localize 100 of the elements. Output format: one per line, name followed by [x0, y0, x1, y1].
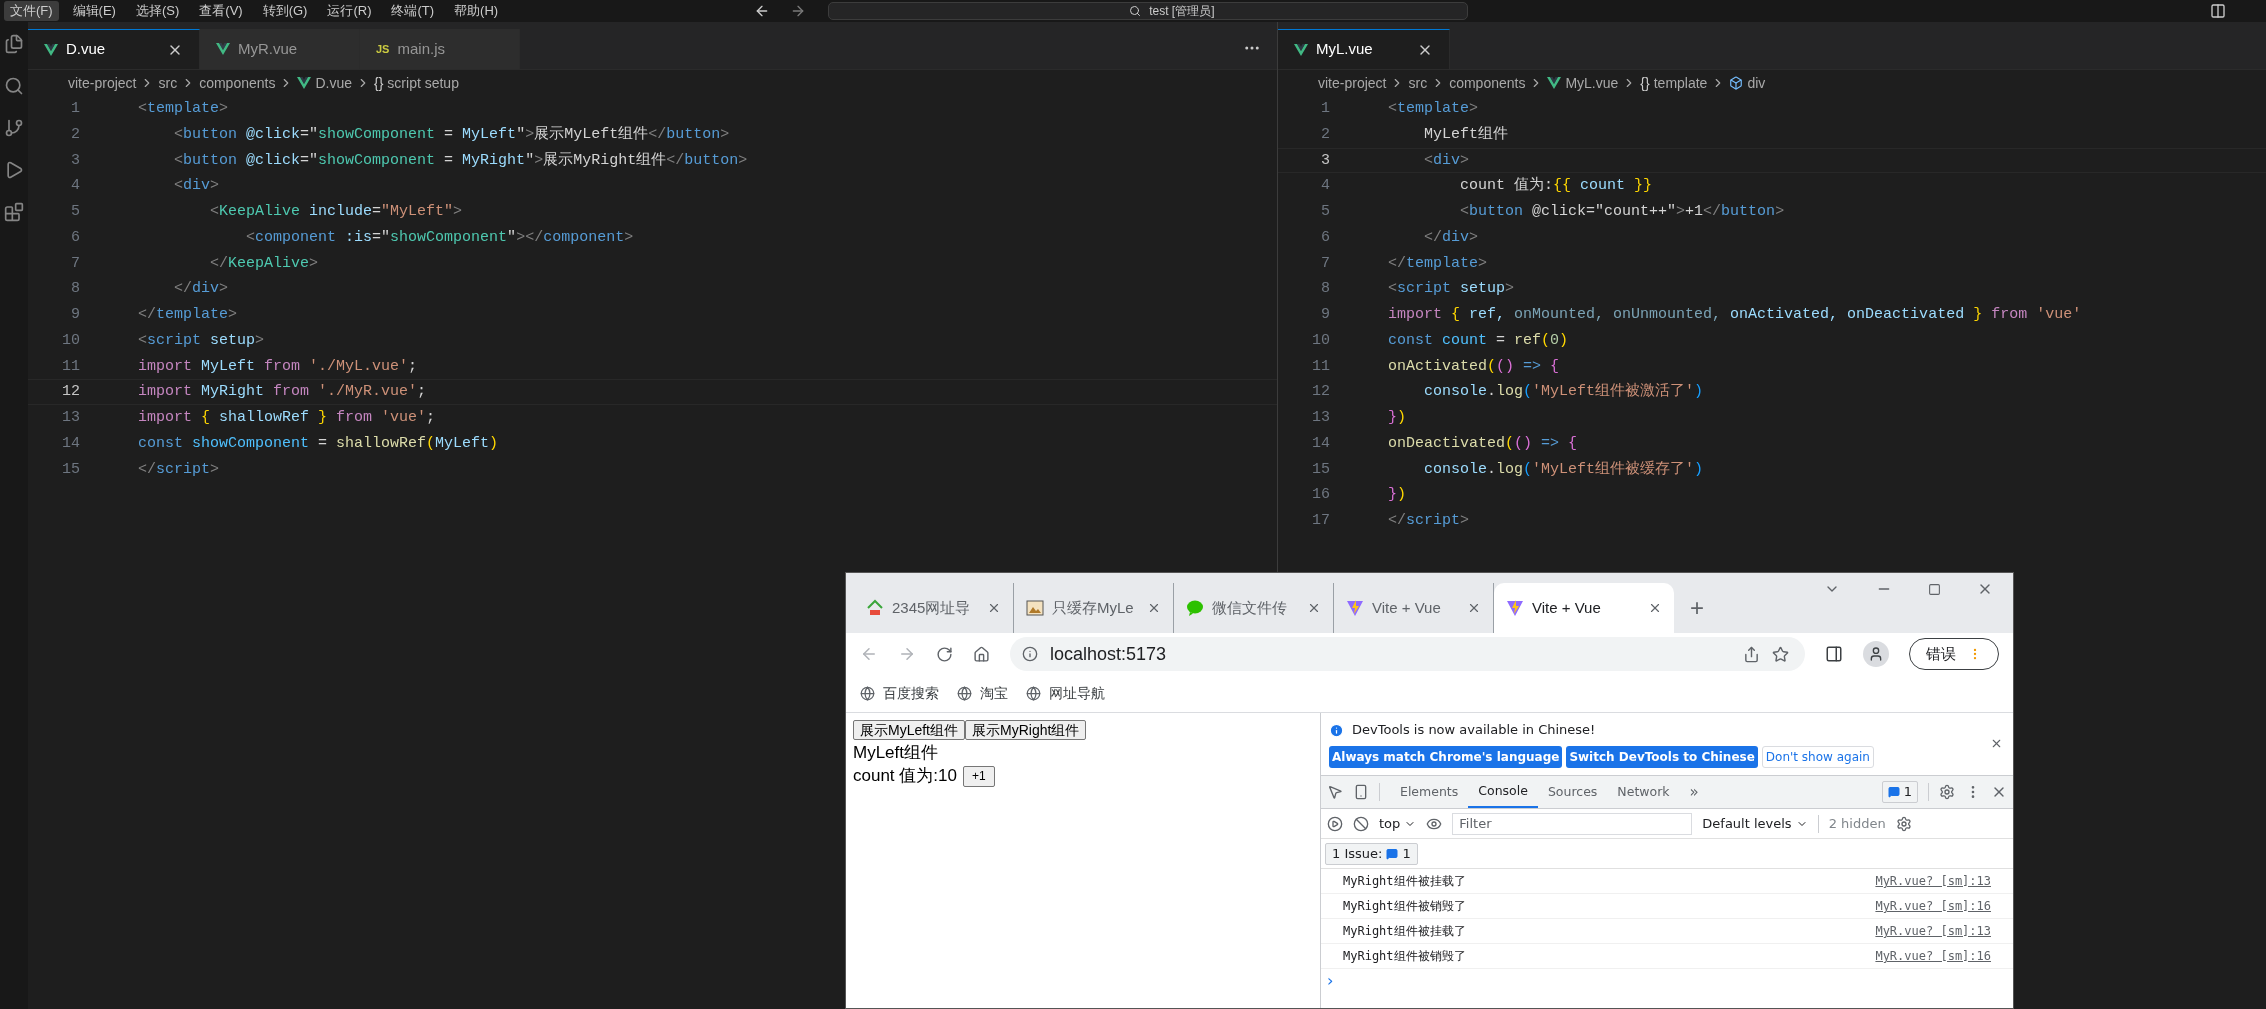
line-number: 12 — [61, 382, 80, 403]
device-icon[interactable] — [1353, 784, 1369, 800]
breadcrumb[interactable]: D.vue — [315, 72, 352, 94]
close-icon[interactable] — [987, 601, 1001, 615]
browser-tab[interactable]: 只缓存MyLe — [1014, 583, 1174, 633]
editor-tab[interactable]: MyL.vue — [1278, 29, 1450, 69]
breadcrumb[interactable]: MyL.vue — [1565, 72, 1619, 94]
line-number: 4 — [1320, 176, 1330, 197]
code-line: </KeepAlive> — [209, 253, 319, 274]
run-icon[interactable] — [4, 160, 24, 180]
console-message: MyRight组件被销毁了 — [1343, 898, 1466, 915]
code-line: </div> — [173, 279, 229, 300]
share-icon[interactable] — [1743, 645, 1760, 663]
settings-icon[interactable] — [1895, 815, 1912, 832]
banner-button[interactable]: Always match Chrome's language — [1329, 745, 1563, 768]
banner-button[interactable]: Don't show again — [1761, 745, 1874, 768]
breadcrumb[interactable]: template — [1653, 72, 1708, 94]
inspect-icon[interactable] — [1327, 784, 1343, 800]
breadcrumb[interactable]: div — [1747, 72, 1766, 94]
branch-icon[interactable] — [4, 118, 24, 138]
browser-tab[interactable]: 2345网址导 — [854, 583, 1014, 633]
editor-tab[interactable]: MyR.vue — [200, 29, 360, 69]
code-line: </template> — [138, 305, 238, 325]
close-icon[interactable] — [1147, 601, 1161, 615]
menu-item[interactable]: 选择(S) — [129, 1, 186, 21]
filter-field[interactable]: Filter — [1452, 812, 1693, 835]
vite-icon — [1346, 599, 1364, 617]
breadcrumb[interactable]: components — [1449, 72, 1526, 94]
code-line: import MyLeft from './MyL.vue'; — [138, 356, 418, 377]
search-icon[interactable] — [4, 76, 24, 96]
code-line: import { ref, onMounted, onUnmounted, onActivated, onDeactivated } from 'vue' — [1388, 305, 2082, 325]
breadcrumb[interactable]: src — [1408, 72, 1428, 94]
close-icon[interactable] — [1648, 601, 1662, 615]
breadcrumb[interactable]: src — [158, 72, 178, 94]
reload-icon[interactable] — [936, 645, 953, 663]
bookmark[interactable]: 百度搜索 — [883, 683, 939, 704]
source-link[interactable]: MyR.vue? [sm]:16 — [1875, 947, 1991, 965]
browser-tab[interactable]: Vite + Vue — [1494, 583, 1674, 633]
bookmark[interactable]: 网址导航 — [1049, 683, 1105, 704]
levels-select[interactable]: Default levels — [1702, 813, 1808, 834]
extensions-icon[interactable] — [4, 202, 24, 222]
line-number: 9 — [70, 305, 80, 325]
browser-tab[interactable]: 微信文件传 — [1174, 583, 1334, 633]
source-link[interactable]: MyR.vue? [sm]:13 — [1875, 872, 1991, 890]
breadcrumb[interactable]: vite-project — [68, 72, 137, 94]
page-button[interactable]: 展示MyRight组件 — [965, 720, 1087, 740]
source-link[interactable]: MyR.vue? [sm]:13 — [1875, 922, 1991, 940]
breadcrumb[interactable]: script setup — [387, 72, 459, 94]
menu-item[interactable]: 文件(F) — [4, 1, 59, 21]
line-number: 2 — [70, 124, 80, 145]
side-panel-icon[interactable] — [1825, 645, 1843, 663]
files-icon[interactable] — [4, 34, 24, 54]
editor-tab[interactable]: JS main.js — [360, 29, 520, 69]
line-number: 5 — [70, 202, 80, 222]
close-icon[interactable] — [1990, 737, 2003, 750]
close-icon[interactable] — [1307, 601, 1321, 615]
code-line: <button @click="count++">+1</button> — [1459, 202, 1785, 222]
line-number: 2 — [1320, 124, 1330, 145]
maximize-icon[interactable] — [1928, 582, 1941, 596]
issues-counter[interactable]: 1 — [1881, 781, 1918, 803]
vue-icon — [1547, 77, 1562, 89]
menu-item[interactable]: 终端(T) — [385, 1, 441, 21]
devtools-tab[interactable]: Sources — [1537, 776, 1608, 808]
line-number: 14 — [1311, 433, 1330, 454]
menu-item[interactable]: 编辑(E) — [66, 1, 122, 21]
code-line: <KeepAlive include="MyLeft"> — [209, 202, 463, 222]
line-number: 13 — [61, 408, 80, 428]
line-number: 7 — [70, 253, 80, 274]
bookmark[interactable]: 淘宝 — [980, 683, 1008, 704]
devtools-tab[interactable]: Network — [1607, 776, 1680, 808]
search-icon — [1129, 5, 1142, 17]
breadcrumb[interactable]: vite-project — [1318, 72, 1387, 94]
command-center[interactable]: test [管理员] — [828, 2, 1469, 20]
console-prompt[interactable]: › — [1321, 969, 2013, 993]
star-icon[interactable] — [1772, 645, 1789, 663]
context-select[interactable]: top — [1379, 813, 1417, 834]
source-link[interactable]: MyR.vue? [sm]:16 — [1875, 897, 1991, 915]
layout-icon[interactable] — [2210, 3, 2226, 19]
page-button[interactable]: 展示MyLeft组件 — [853, 720, 965, 740]
more-tabs[interactable]: » — [1689, 780, 1699, 804]
close-icon[interactable] — [1467, 601, 1481, 615]
clear-icon[interactable] — [1353, 815, 1369, 832]
line-number: 12 — [1311, 382, 1330, 403]
issues-button[interactable]: 1 Issue: 1 — [1325, 842, 1418, 865]
increment-button[interactable]: +1 — [962, 765, 995, 787]
menu-item[interactable]: 转到(G) — [256, 1, 314, 21]
address-bar[interactable]: localhost:5173 — [1010, 637, 1805, 671]
devtools-tab[interactable]: Elements — [1390, 776, 1469, 808]
sidebar-toggle-icon[interactable] — [1327, 815, 1343, 832]
menu-item[interactable]: 查看(V) — [193, 1, 249, 21]
breadcrumb[interactable]: components — [199, 72, 276, 94]
home-icon[interactable] — [973, 645, 990, 663]
editor-tab[interactable]: D.vue — [28, 29, 200, 69]
avatar[interactable] — [1863, 641, 1889, 667]
menu-item[interactable]: 运行(R) — [321, 1, 378, 21]
banner-button[interactable]: Switch DevTools to Chinese — [1566, 745, 1758, 768]
settings-icon[interactable] — [1939, 784, 1955, 800]
new-tab-button[interactable]: + — [1674, 583, 1720, 633]
menu-item[interactable]: 帮助(H) — [448, 1, 505, 21]
braces-icon: {} — [1640, 72, 1650, 94]
